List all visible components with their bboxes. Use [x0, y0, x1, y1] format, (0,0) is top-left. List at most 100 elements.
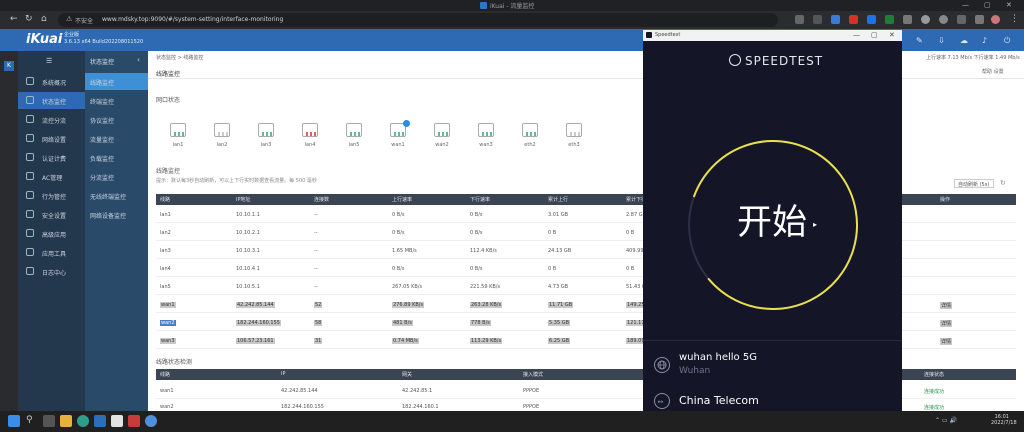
sidebar-item-security[interactable]: 安全设置 [18, 206, 85, 223]
submenu-item-load-monitor[interactable]: 负载监控 [85, 149, 148, 166]
file-explorer-icon[interactable] [60, 415, 72, 427]
edge-icon[interactable] [77, 415, 89, 427]
sidebar-item-ac[interactable]: AC管理 [18, 168, 85, 185]
task-view-icon[interactable] [43, 415, 55, 427]
submenu-item-protocol-monitor[interactable]: 协议监控 [85, 111, 148, 128]
port-wan3[interactable] [478, 123, 494, 137]
notification-icon[interactable]: ♪ [982, 36, 987, 45]
close-icon[interactable]: ✕ [889, 31, 895, 39]
address-bar[interactable]: ⚠ 不安全 www.mdsky.top:9090/#/system-settin… [58, 13, 778, 27]
extension-icon[interactable] [885, 15, 894, 24]
cell-total-down: 0 B [626, 266, 635, 272]
auto-refresh-select[interactable]: 自动刷新 (5s) [954, 179, 994, 188]
edit-icon[interactable]: ✎ [916, 36, 923, 45]
chevron-left-icon[interactable]: ‹ [137, 56, 140, 64]
chrome-icon[interactable] [145, 415, 157, 427]
cell-conns: 52 [314, 302, 323, 308]
sidebar-item-advanced[interactable]: 高级应用 [18, 225, 85, 242]
speedtest-logo: SPEEDTEST [745, 54, 824, 68]
details-link[interactable]: 详情 [940, 302, 953, 309]
back-icon[interactable]: ← [10, 14, 18, 24]
app-icon[interactable] [128, 415, 140, 427]
server-name[interactable]: wuhan hello 5G [679, 352, 757, 363]
sidebar-item-logs[interactable]: 日志中心 [18, 263, 85, 280]
port-eth3[interactable] [566, 123, 582, 137]
sidebar-item-label: AC管理 [42, 175, 63, 182]
device-name: 企业版 [64, 32, 80, 38]
swap-icon[interactable]: ↔ [654, 393, 670, 409]
sidebar-item-tools[interactable]: 应用工具 [18, 244, 85, 261]
submenu-item-wireless-monitor[interactable]: 无线终端监控 [85, 187, 148, 204]
search-icon[interactable]: ⚲ [26, 415, 38, 427]
port-lan5[interactable] [346, 123, 362, 137]
sidebar-item-label: 流控分流 [42, 118, 67, 125]
port-label: lan2 [216, 142, 228, 148]
go-button-label[interactable]: 开始 [730, 194, 814, 245]
minimize-icon[interactable]: — [853, 31, 860, 39]
close-icon[interactable]: ✕ [1006, 1, 1012, 9]
tray-icons[interactable]: ⌃ ▭ 🔊 [935, 417, 957, 424]
overview-icon [26, 77, 34, 85]
extension-icon[interactable] [831, 15, 840, 24]
vertical-toolbar: K [0, 51, 18, 411]
windows-start-icon[interactable] [8, 415, 20, 427]
refresh-icon[interactable]: ↻ [1000, 179, 1006, 187]
submenu-item-traffic-monitor[interactable]: 流量监控 [85, 130, 148, 147]
cloud-icon[interactable]: ☁ [960, 36, 968, 45]
port-wan2[interactable] [434, 123, 450, 137]
details-link[interactable]: 详情 [940, 320, 953, 327]
port-lan2[interactable] [214, 123, 230, 137]
globe-icon[interactable] [654, 357, 670, 373]
port-wan1[interactable] [390, 120, 410, 137]
maximize-icon[interactable]: ▢ [871, 31, 878, 39]
port-lan4[interactable] [302, 123, 318, 137]
port-lan1[interactable] [170, 123, 186, 137]
sidebar-item-monitor[interactable]: 状态监控 [18, 92, 85, 109]
extension-icon[interactable] [921, 15, 930, 24]
avatar[interactable] [991, 15, 1000, 24]
cell-gateway: 182.244.160.1 [402, 404, 439, 410]
maximize-icon[interactable]: ▢ [984, 1, 991, 9]
port-eth2[interactable] [522, 123, 538, 137]
shield-icon [26, 210, 34, 218]
browser-toolbar: ← ↻ ⌂ ⚠ 不安全 www.mdsky.top:9090/#/system-… [0, 11, 1024, 29]
ikuai-icon[interactable]: K [4, 61, 14, 71]
download-icon[interactable]: ⇩ [938, 36, 945, 45]
more-menu-icon[interactable]: ⋮ [1010, 14, 1019, 24]
extension-icon[interactable] [975, 15, 984, 24]
app-icon[interactable] [111, 415, 123, 427]
taskbar-clock[interactable]: 16:01 2022/7/18 [991, 414, 1017, 426]
menu-toggle[interactable]: ☰ [18, 51, 85, 71]
cell-ip: 10.10.1.1 [236, 212, 260, 218]
extension-icon[interactable] [957, 15, 966, 24]
details-link[interactable]: 详情 [940, 338, 953, 345]
cell-conns: -- [314, 266, 318, 272]
extension-icon[interactable] [795, 15, 804, 24]
submenu-item-terminal-monitor[interactable]: 终端监控 [85, 92, 148, 109]
extension-icon[interactable] [867, 15, 876, 24]
sidebar-item-flow[interactable]: 流控分流 [18, 111, 85, 128]
cell-up: 0 B/s [392, 266, 405, 272]
submenu-item-split-monitor[interactable]: 分流监控 [85, 168, 148, 185]
cursor-icon: ▸ [813, 220, 818, 229]
extension-icon[interactable] [939, 15, 948, 24]
minimize-icon[interactable]: — [962, 1, 969, 9]
port-lan3[interactable] [258, 123, 274, 137]
submenu-item-line-monitor[interactable]: 线路监控 [85, 73, 148, 90]
home-icon[interactable]: ⌂ [41, 14, 47, 24]
sidebar-item-auth[interactable]: 认证计费 [18, 149, 85, 166]
port-label: wan2 [435, 142, 449, 148]
help-settings-links[interactable]: 帮助 设置 [982, 68, 1004, 75]
breadcrumb: 状态监控 > 线路监控 [156, 55, 204, 61]
sidebar-item-behavior[interactable]: 行为管控 [18, 187, 85, 204]
sidebar-item-overview[interactable]: 系统概况 [18, 73, 85, 90]
store-icon[interactable] [94, 415, 106, 427]
sidebar-item-network[interactable]: 网络设置 [18, 130, 85, 147]
refresh-icon[interactable]: ↻ [25, 14, 33, 24]
power-icon[interactable]: ⏻ [1004, 36, 1010, 46]
submenu-item-device-monitor[interactable]: 网络设备监控 [85, 206, 148, 223]
extension-icon[interactable] [813, 15, 822, 24]
extension-icon[interactable] [849, 15, 858, 24]
submenu-item-label: 协议监控 [90, 118, 115, 125]
extension-icon[interactable] [903, 15, 912, 24]
